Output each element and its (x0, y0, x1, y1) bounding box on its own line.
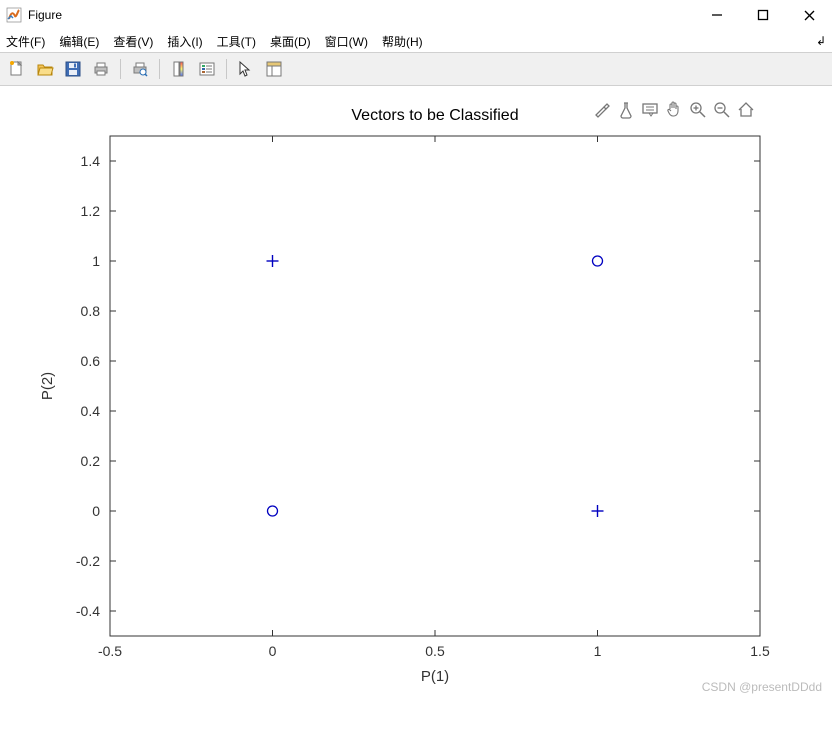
matlab-figure-icon (6, 7, 22, 23)
menu-help[interactable]: 帮助(H) (382, 33, 423, 50)
ytick-label: 0 (92, 503, 100, 519)
title-bar: Figure (0, 0, 832, 30)
ytick-label: -0.2 (76, 553, 100, 569)
xtick-label: 0.5 (425, 643, 445, 659)
minimize-button[interactable] (694, 0, 740, 30)
menu-window[interactable]: 窗口(W) (325, 33, 368, 50)
property-inspector-button[interactable] (263, 58, 285, 80)
menu-insert[interactable]: 插入(I) (167, 33, 202, 50)
xlabel: P(1) (421, 668, 449, 685)
close-button[interactable] (786, 0, 832, 30)
print-preview-button[interactable] (129, 58, 151, 80)
watermark-text: CSDN @presentDDdd (702, 680, 822, 694)
chart-title: Vectors to be Classified (351, 107, 518, 124)
menu-desktop[interactable]: 桌面(D) (270, 33, 311, 50)
window-title: Figure (28, 8, 62, 22)
datatip-icon[interactable] (640, 100, 660, 123)
toolbar (0, 52, 832, 86)
ytick-label: 0.2 (81, 453, 101, 469)
ylabel: P(2) (39, 372, 56, 400)
brush-icon[interactable] (592, 100, 612, 123)
print-button[interactable] (90, 58, 112, 80)
ytick-label: 1.2 (81, 203, 101, 219)
pan-icon[interactable] (664, 100, 684, 123)
edit-plot-pointer-button[interactable] (235, 58, 257, 80)
ytick-label: -0.4 (76, 603, 100, 619)
menu-tools[interactable]: 工具(T) (217, 33, 256, 50)
ytick-label: 0.4 (81, 403, 101, 419)
ytick-label: 1 (92, 253, 100, 269)
flask-icon[interactable] (616, 100, 636, 123)
menu-bar: 文件(F) 编辑(E) 查看(V) 插入(I) 工具(T) 桌面(D) 窗口(W… (0, 30, 832, 52)
axes-toolbar (592, 100, 756, 123)
open-button[interactable] (34, 58, 56, 80)
maximize-button[interactable] (740, 0, 786, 30)
new-file-button[interactable] (6, 58, 28, 80)
menu-view[interactable]: 查看(V) (113, 33, 153, 50)
axes-box (110, 136, 760, 636)
xtick-label: 0 (269, 643, 277, 659)
ytick-label: 0.6 (81, 353, 101, 369)
xtick-label: 1.5 (750, 643, 770, 659)
axes[interactable]: -0.5 0 0.5 1 1.5 -0.4 -0.2 0 0.2 0.4 0.6 0.8 1 1.2 1.4… (0, 86, 832, 698)
xtick-label: -0.5 (98, 643, 122, 659)
ytick-label: 0.8 (81, 303, 101, 319)
insert-colorbar-button[interactable] (168, 58, 190, 80)
zoom-out-icon[interactable] (712, 100, 732, 123)
toolbar-separator (159, 59, 160, 79)
menu-overflow-icon[interactable]: ↲ (816, 34, 826, 48)
toolbar-separator (226, 59, 227, 79)
home-icon[interactable] (736, 100, 756, 123)
menu-file[interactable]: 文件(F) (6, 33, 45, 50)
ytick-label: 1.4 (81, 153, 101, 169)
plot-area: -0.5 0 0.5 1 1.5 -0.4 -0.2 0 0.2 0.4 0.6 0.8 1 1.2 1.4… (0, 86, 832, 698)
insert-legend-button[interactable] (196, 58, 218, 80)
zoom-in-icon[interactable] (688, 100, 708, 123)
menu-edit[interactable]: 编辑(E) (59, 33, 99, 50)
save-button[interactable] (62, 58, 84, 80)
toolbar-separator (120, 59, 121, 79)
xtick-label: 1 (594, 643, 602, 659)
